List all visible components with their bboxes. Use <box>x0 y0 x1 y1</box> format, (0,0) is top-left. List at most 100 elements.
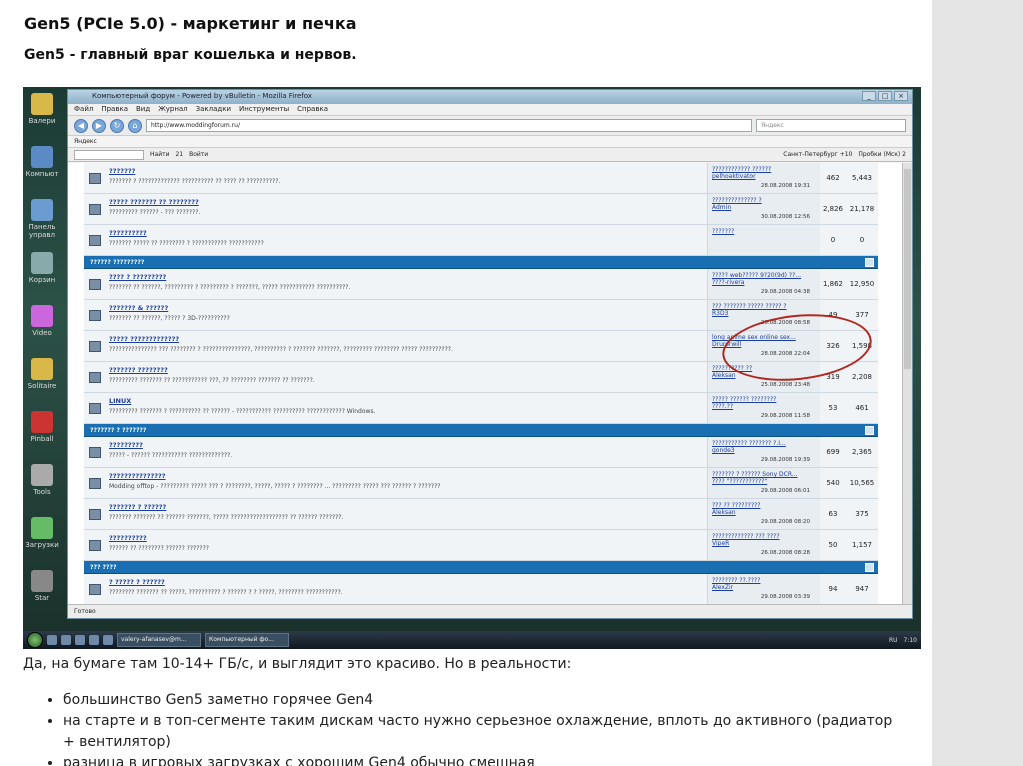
traffic-indicator[interactable]: Пробки (Мск) 2 <box>858 151 906 158</box>
quicklaunch-icon[interactable] <box>75 635 85 645</box>
forum-title-link[interactable]: ?????????? <box>109 534 147 542</box>
taskbar-item[interactable]: Компьютерный фо... <box>205 633 289 647</box>
thread-count: 53 <box>828 404 838 412</box>
desktop-shortcut-icon <box>31 93 53 115</box>
last-post-link[interactable]: ??????? <box>712 228 816 235</box>
forum-title-link[interactable]: ???? ? ????????? <box>109 273 166 281</box>
last-post: ??????????? ??????? ?.I... gonde3 29.08.20… <box>707 437 820 467</box>
forum-category-header[interactable]: ??????? ? ??????? <box>84 424 878 437</box>
desktop-icon[interactable]: Video <box>25 305 59 337</box>
last-post-link[interactable]: ???????? ??.???? <box>712 577 816 584</box>
last-post-date: 30.08.2008 12:56 <box>760 214 810 220</box>
desktop-icon[interactable]: Загрузки <box>25 517 59 549</box>
desktop-icon[interactable]: Star <box>25 570 59 602</box>
scroll-thumb[interactable] <box>904 169 911 369</box>
window-titlebar: Компьютерный форум - Powered by vBulleti… <box>68 90 912 104</box>
last-post-link[interactable]: ???????????? ?????? <box>712 166 816 173</box>
thread-count: 2,826 <box>822 205 844 213</box>
menu-item[interactable]: Журнал <box>158 105 187 114</box>
forum-category-header[interactable]: ??? ???? <box>84 561 878 574</box>
desktop-icon[interactable]: Компьют <box>25 146 59 178</box>
clock[interactable]: 7:10 <box>904 637 917 644</box>
forum-category-header[interactable]: ?????? ????????? <box>84 256 878 269</box>
forum-title-link[interactable]: ??????????????? <box>109 472 166 480</box>
quicklaunch-icon[interactable] <box>61 635 71 645</box>
last-post-user[interactable]: AlexZir <box>712 584 816 591</box>
forum-title-link[interactable]: ??????? ???????? <box>109 366 168 374</box>
menu-item[interactable]: Справка <box>297 105 328 114</box>
desktop-icon[interactable]: Pinball <box>25 411 59 443</box>
weather-city[interactable]: Санкт-Петербург +10 <box>783 151 852 158</box>
start-orb-icon[interactable] <box>27 632 43 648</box>
close-icon[interactable]: × <box>894 91 908 101</box>
back-icon[interactable]: ◀ <box>74 118 88 133</box>
login-button[interactable]: Войти <box>189 151 208 158</box>
minimize-icon[interactable]: _ <box>862 91 876 101</box>
last-post-link[interactable]: ????? web????? 9?20(9d) ??... <box>712 272 816 279</box>
last-post-link[interactable]: ??????? ? ?????? Sony DCR... <box>712 471 816 478</box>
last-post-user[interactable]: Aleksan <box>712 509 816 516</box>
menu-item[interactable]: Вид <box>136 105 150 114</box>
forum-description: ??????????????? ??? ???????? ? ?????????… <box>109 346 453 353</box>
last-post-user[interactable]: pelhoaktivator <box>712 173 816 180</box>
forum-info: ??????? ???????? ????????? ??????? ?? ???… <box>106 362 707 392</box>
bookmark-yandex[interactable]: Яндекс <box>74 138 97 145</box>
menu-item[interactable]: Правка <box>101 105 128 114</box>
last-post-link[interactable]: ??? ?? ????????? <box>712 502 816 509</box>
desktop-shortcut-icon <box>31 199 53 221</box>
last-post-user[interactable]: ????-rivera <box>712 279 816 286</box>
forum-info: ??????????????? Modding offtop - ????????… <box>106 468 707 498</box>
vertical-scrollbar[interactable] <box>902 163 912 605</box>
last-post-user[interactable]: gonde3 <box>712 447 816 454</box>
forum-title-link[interactable]: ? ????? ? ?????? <box>109 578 165 586</box>
maximize-icon[interactable]: □ <box>878 91 892 101</box>
home-icon[interactable]: ⌂ <box>128 118 142 133</box>
desktop-icon[interactable]: Валери <box>25 93 59 125</box>
forum-info: ???? ? ????????? ??????? ?? ??????, ?????… <box>106 269 707 299</box>
menu-item[interactable]: Файл <box>74 105 93 114</box>
reload-icon[interactable]: ↻ <box>110 118 124 133</box>
last-post-link[interactable]: ??? ??????? ????? ????? ? <box>712 303 816 310</box>
forum-title-link[interactable]: ??????? ? ?????? <box>109 503 166 511</box>
menu-item[interactable]: Инструменты <box>239 105 289 114</box>
quicklaunch-icon[interactable] <box>47 635 57 645</box>
forum-title-link[interactable]: ?????????? <box>109 229 147 237</box>
bookmarks-bar: Яндекс <box>68 136 912 148</box>
last-post-user[interactable]: VipeR <box>712 540 816 547</box>
last-post-link[interactable]: ?????????????? ? <box>712 197 816 204</box>
quicklaunch-icon[interactable] <box>103 635 113 645</box>
search-input[interactable]: Яндекс <box>756 119 906 132</box>
forum-title-link[interactable]: ????? ????????????? <box>109 335 179 343</box>
mail-count[interactable]: 21 <box>175 151 183 158</box>
menu-item[interactable]: Закладки <box>196 105 231 114</box>
last-post-user[interactable]: ????.?? <box>712 403 816 410</box>
desktop-icon-label: Валери <box>28 117 56 125</box>
thread-count: 699 <box>826 448 840 456</box>
taskbar-item[interactable]: valery-afanasev@m... <box>117 633 201 647</box>
last-post-link[interactable]: ????? ?????? ???????? <box>712 396 816 403</box>
forum-title-link[interactable]: ??????? & ?????? <box>109 304 168 312</box>
forum-title-link[interactable]: LINUX <box>109 397 131 405</box>
forum-title-link[interactable]: ????? ??????? ?? ???????? <box>109 198 199 206</box>
last-post-user[interactable]: Admin <box>712 204 816 211</box>
last-post-user[interactable]: ???? "???????????" <box>712 478 816 485</box>
find-button[interactable]: Найти <box>150 151 169 158</box>
quicklaunch-icon[interactable] <box>89 635 99 645</box>
last-post-link[interactable]: ??????????? ??????? ?.I... <box>712 440 816 447</box>
language-indicator[interactable]: RU <box>889 637 898 644</box>
forum-title-link[interactable]: ??????? <box>109 167 135 175</box>
address-bar[interactable]: http://www.moddingforum.ru/ <box>146 119 752 132</box>
article-subtitle: Gen5 - главный враг кошелька и нервов. <box>24 47 357 63</box>
forward-icon[interactable]: ▶ <box>92 118 106 133</box>
yandex-search-input[interactable] <box>74 149 144 160</box>
forum-icon <box>84 163 106 193</box>
forum-row: ?????????? ??????? ????? ?? ???????? ? ??… <box>84 225 878 256</box>
forum-icon <box>84 362 106 392</box>
desktop-icon[interactable]: Корзин <box>25 252 59 284</box>
desktop-icon[interactable]: Solitaire <box>25 358 59 390</box>
desktop-icon[interactable]: Tools <box>25 464 59 496</box>
desktop-icon[interactable]: Панель управл <box>25 199 59 239</box>
forum-row: LINUX ????????? ??????? ? ?????????? ?? ?… <box>84 393 878 424</box>
forum-title-link[interactable]: ????????? <box>109 441 143 449</box>
last-post-link[interactable]: ????????????? ??? ???? <box>712 533 816 540</box>
